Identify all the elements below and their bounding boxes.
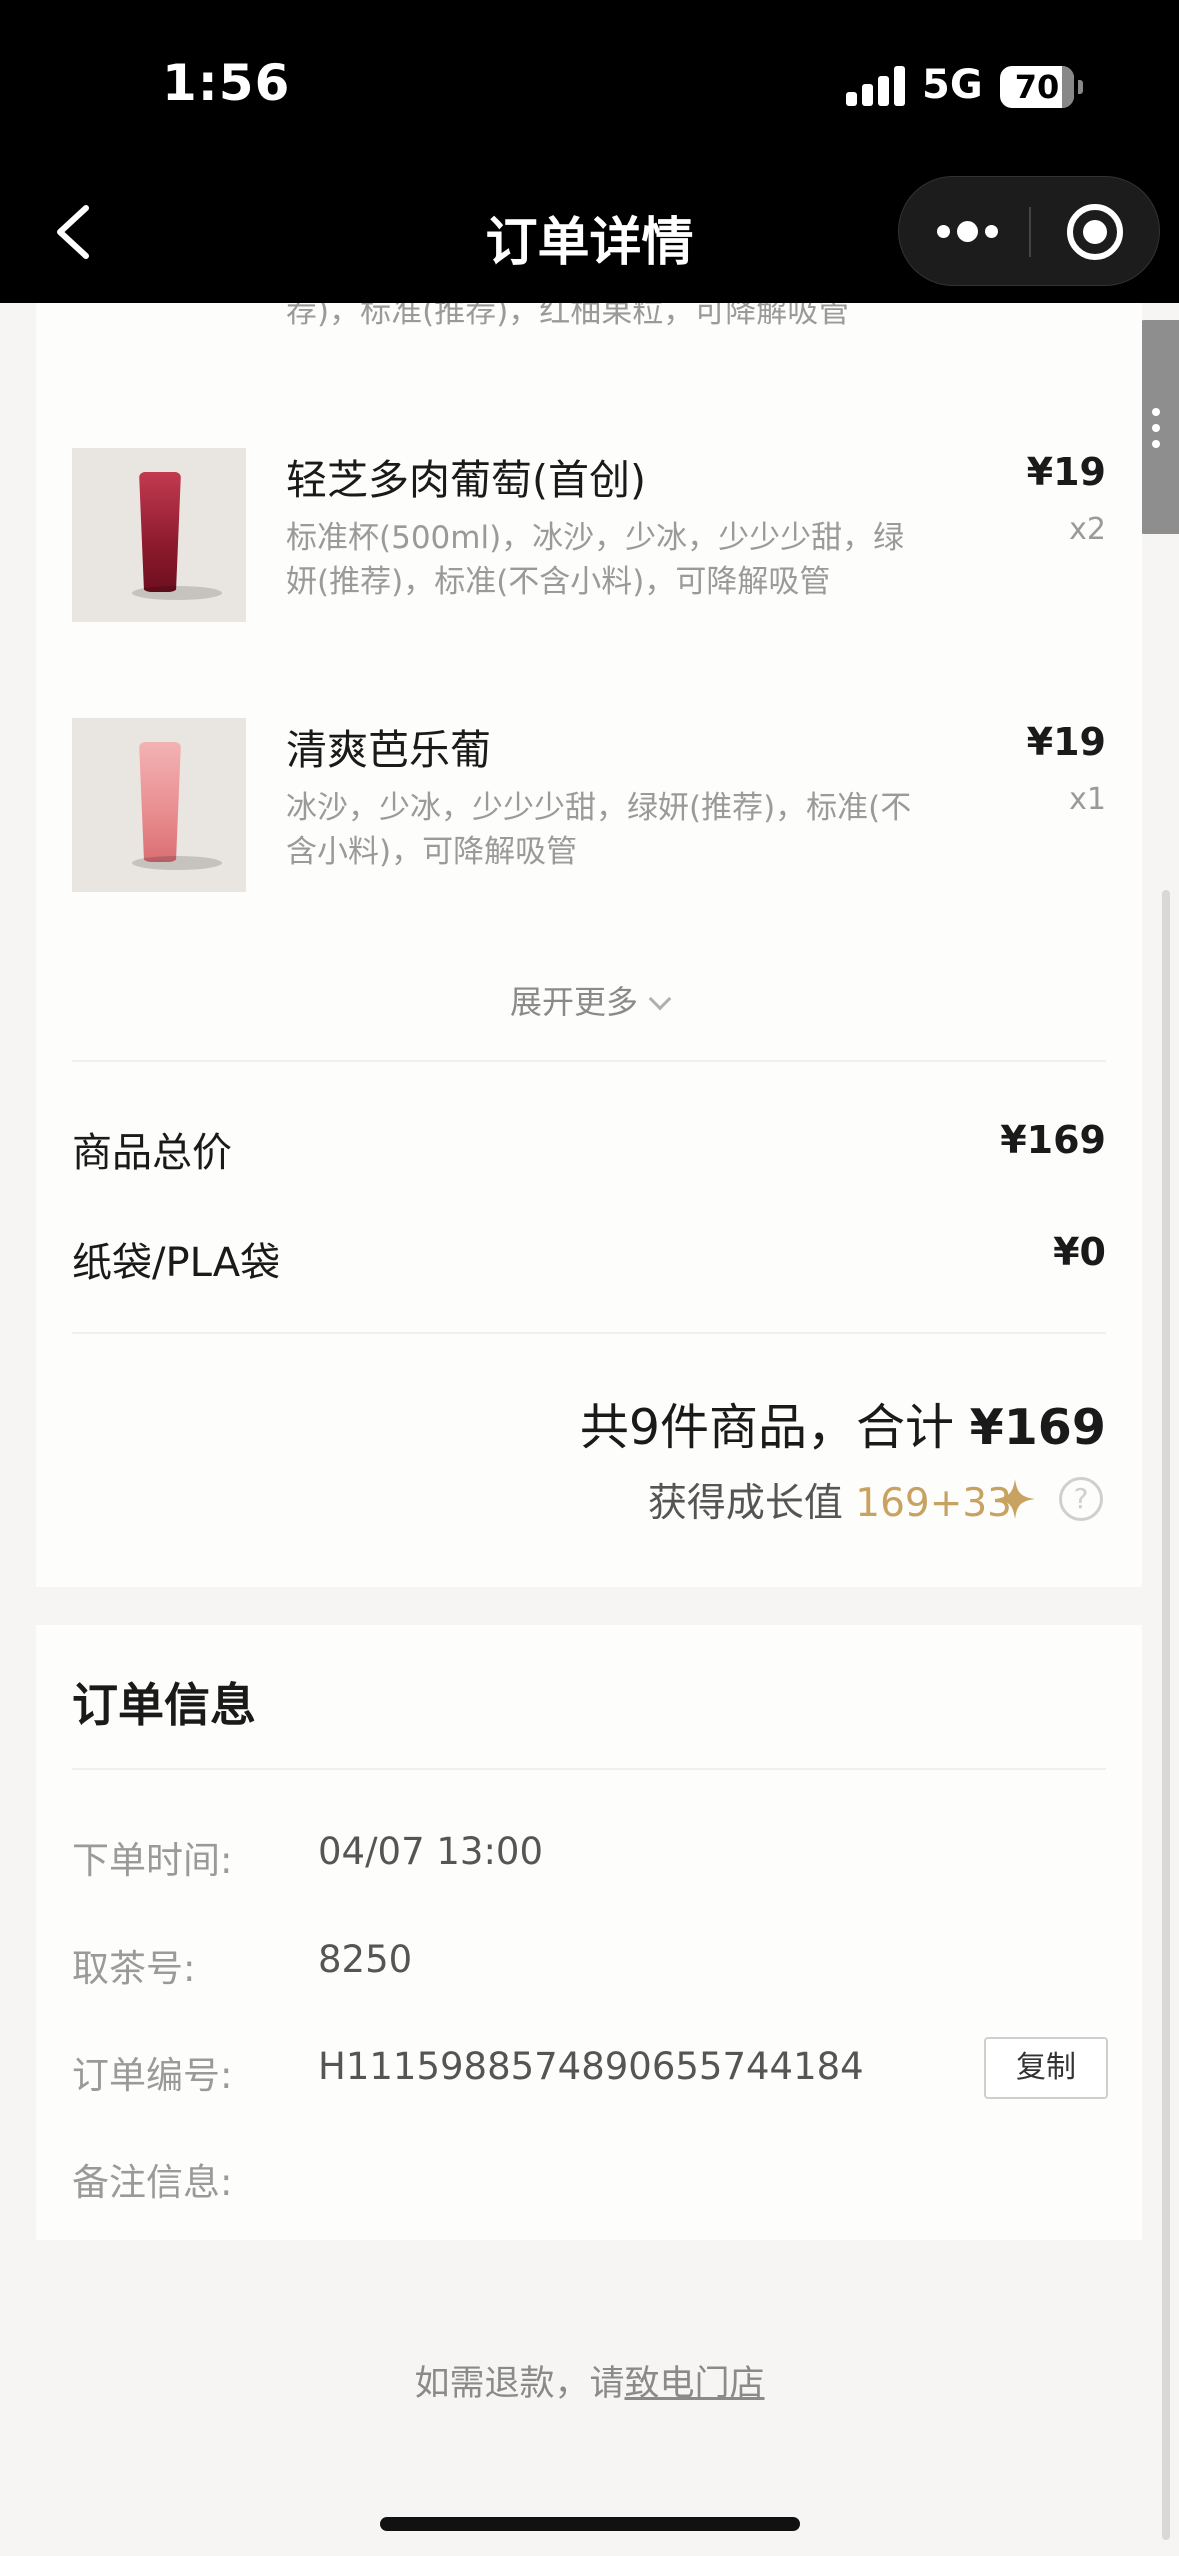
total-value: ¥169 bbox=[969, 1399, 1106, 1456]
help-icon[interactable]: ? bbox=[1059, 1477, 1103, 1521]
bag-fee-label: 纸袋/PLA袋 bbox=[72, 1240, 281, 1286]
goods-total-label: 商品总价 bbox=[72, 1130, 232, 1176]
item-name: 清爽芭乐葡 bbox=[286, 726, 491, 774]
item-price: ¥19 bbox=[1026, 720, 1106, 764]
cup-illustration bbox=[139, 742, 181, 862]
item-name: 轻芝多肉葡萄(首创) bbox=[286, 456, 646, 504]
top-bar: 1:56 5G 70 订单详情 bbox=[0, 0, 1179, 303]
item-price: ¥19 bbox=[1026, 450, 1106, 494]
network-type: 5G bbox=[922, 62, 983, 108]
status-time: 1:56 bbox=[162, 54, 291, 112]
battery-icon: 70 bbox=[1000, 66, 1074, 108]
order-time-value: 04/07 13:00 bbox=[318, 1830, 544, 1873]
refund-hint: 如需退款，请致电门店 bbox=[0, 2355, 1179, 2406]
expand-more-label: 展开更多 bbox=[509, 983, 638, 1021]
growth-label: 获得成长值 bbox=[647, 1481, 843, 1526]
battery-level: 70 bbox=[1014, 68, 1060, 106]
item-quantity: x2 bbox=[1069, 512, 1106, 547]
signal-icon bbox=[846, 66, 906, 106]
divider bbox=[72, 1060, 1106, 1062]
note-label: 备注信息: bbox=[72, 2161, 233, 2204]
more-menu-button[interactable] bbox=[937, 221, 998, 243]
divider bbox=[72, 1768, 1106, 1770]
copy-button[interactable]: 复制 bbox=[984, 2037, 1108, 2099]
cup-illustration bbox=[139, 472, 181, 592]
scrollbar[interactable] bbox=[1162, 890, 1170, 2540]
pickup-number-value: 8250 bbox=[318, 1938, 413, 1981]
product-image bbox=[72, 718, 246, 892]
total-text: 共9件商品，合计 bbox=[579, 1399, 955, 1456]
order-items-card: 荐)，标准(推荐)，红柚果粒，可降解吸管 轻芝多肉葡萄(首创) 标准杯(500m… bbox=[36, 100, 1142, 1587]
close-miniprogram-button[interactable] bbox=[1067, 204, 1123, 260]
miniprogram-capsule bbox=[898, 176, 1160, 286]
home-indicator[interactable] bbox=[380, 2517, 800, 2531]
product-image bbox=[72, 448, 246, 622]
refund-hint-text: 如需退款，请 bbox=[414, 2364, 625, 2404]
sparkle-icon bbox=[995, 1479, 1035, 1519]
call-store-link[interactable]: 致电门店 bbox=[625, 2364, 765, 2404]
divider bbox=[72, 1332, 1106, 1334]
growth-value: 169+33 bbox=[855, 1481, 1012, 1526]
order-time-label: 下单时间: bbox=[72, 1839, 233, 1882]
order-info-title: 订单信息 bbox=[72, 1678, 256, 1732]
goods-total-value: ¥169 bbox=[1000, 1118, 1106, 1162]
order-info-card: 订单信息 下单时间: 04/07 13:00 取茶号: 8250 订单编号: H… bbox=[36, 1625, 1142, 2240]
item-options: 标准杯(500ml)，冰沙，少冰，少少少甜，绿妍(推荐)，标准(不含小料)，可降… bbox=[286, 520, 905, 600]
expand-more-button[interactable]: 展开更多 bbox=[36, 977, 1142, 1023]
bag-fee-value: ¥0 bbox=[1053, 1230, 1106, 1274]
item-options: 冰沙，少冰，少少少甜，绿妍(推荐)，标准(不含小料)，可降解吸管 bbox=[286, 790, 912, 870]
order-number-value: H1115988574890655744184 bbox=[318, 2045, 864, 2088]
growth-points: 获得成长值 169+33 bbox=[648, 1472, 1012, 1528]
order-number-label: 订单编号: bbox=[72, 2054, 233, 2097]
item-quantity: x1 bbox=[1069, 782, 1106, 817]
pickup-number-label: 取茶号: bbox=[72, 1947, 196, 1990]
chevron-down-icon bbox=[648, 987, 672, 1011]
order-total: 共9件商品，合计 ¥169 bbox=[580, 1388, 1106, 1459]
